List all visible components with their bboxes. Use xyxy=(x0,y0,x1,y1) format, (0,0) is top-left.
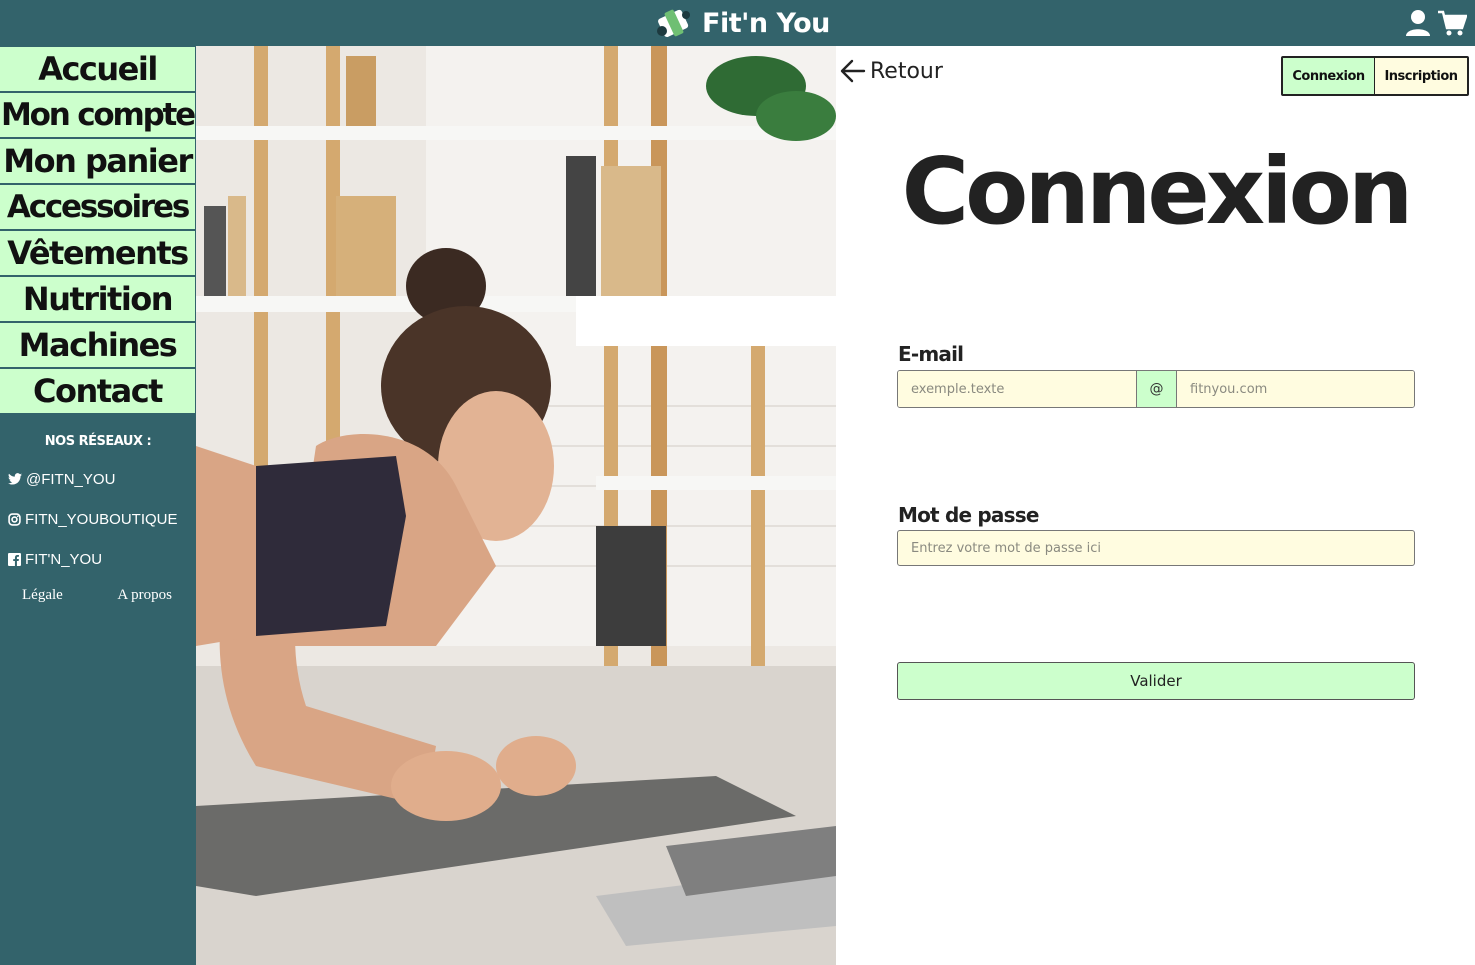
sidebar-item-machines[interactable]: Machines xyxy=(0,322,196,368)
hero-photo xyxy=(196,46,836,965)
instagram-icon xyxy=(8,512,21,526)
sidebar-item-nutrition[interactable]: Nutrition xyxy=(0,276,196,322)
user-icon[interactable] xyxy=(1405,9,1431,37)
email-field-group: @ xyxy=(897,370,1415,408)
sidebar: Accueil Mon compte Mon panier Accessoire… xyxy=(0,46,196,965)
sidebar-item-label: Accessoires xyxy=(6,189,190,225)
sidebar-item-contact[interactable]: Contact xyxy=(0,368,196,414)
social-label: @FITN_YOU xyxy=(26,470,116,488)
sidebar-item-label: Vêtements xyxy=(7,234,189,272)
legal-link[interactable]: Légale xyxy=(22,587,63,604)
sidebar-item-mon-compte[interactable]: Mon compte xyxy=(0,92,196,138)
sidebar-item-label: Accueil xyxy=(38,50,158,88)
social-label: FITN_YOUBOUTIQUE xyxy=(25,510,178,528)
top-bar: Fit'n You xyxy=(0,0,1475,46)
twitter-icon xyxy=(8,473,22,485)
email-label: E-mail xyxy=(898,342,964,366)
brand[interactable]: Fit'n You xyxy=(656,5,830,41)
sidebar-item-label: Mon compte xyxy=(0,97,196,133)
sidebar-item-accueil[interactable]: Accueil xyxy=(0,46,196,92)
footer-links: Légale A propos xyxy=(0,587,196,604)
social-link-instagram[interactable]: FITN_YOUBOUTIQUE xyxy=(8,499,196,539)
password-label: Mot de passe xyxy=(898,503,1039,527)
back-link[interactable]: Retour xyxy=(840,58,943,84)
page-title: Connexion xyxy=(901,138,1414,245)
sidebar-item-accessoires[interactable]: Accessoires xyxy=(0,184,196,230)
sidebar-nav: Accueil Mon compte Mon panier Accessoire… xyxy=(0,46,196,414)
social-link-facebook[interactable]: FIT'N_YOU xyxy=(8,539,196,579)
password-input[interactable] xyxy=(897,530,1415,566)
brand-name: Fit'n You xyxy=(702,7,830,39)
social-label: FIT'N_YOU xyxy=(25,550,103,568)
sidebar-item-label: Mon panier xyxy=(3,142,193,180)
sidebar-item-vetements[interactable]: Vêtements xyxy=(0,230,196,276)
arrow-left-icon xyxy=(840,59,866,83)
back-label: Retour xyxy=(870,58,943,84)
sidebar-item-label: Nutrition xyxy=(22,280,174,318)
submit-button[interactable]: Valider xyxy=(897,662,1415,700)
social-links: @FITN_YOU FITN_YOUBOUTIQUE FIT'N_YOU xyxy=(0,459,196,579)
email-user-input[interactable] xyxy=(898,371,1136,407)
tab-inscription[interactable]: Inscription xyxy=(1375,58,1467,94)
social-link-twitter[interactable]: @FITN_YOU xyxy=(8,459,196,499)
networks-title: NOS RÉSEAUX : xyxy=(44,434,152,449)
email-domain-input[interactable] xyxy=(1177,371,1414,407)
cart-icon[interactable] xyxy=(1437,9,1467,37)
login-panel: Retour Connexion Inscription Connexion E… xyxy=(836,46,1475,965)
facebook-icon xyxy=(8,552,21,566)
sidebar-item-label: Machines xyxy=(18,326,178,364)
email-at-sign: @ xyxy=(1136,371,1177,407)
sidebar-item-label: Contact xyxy=(33,372,163,410)
sidebar-item-mon-panier[interactable]: Mon panier xyxy=(0,138,196,184)
dumbbell-icon xyxy=(657,9,690,37)
about-link[interactable]: A propos xyxy=(117,587,172,604)
tab-connexion[interactable]: Connexion xyxy=(1283,58,1375,94)
auth-tabs: Connexion Inscription xyxy=(1281,56,1469,96)
